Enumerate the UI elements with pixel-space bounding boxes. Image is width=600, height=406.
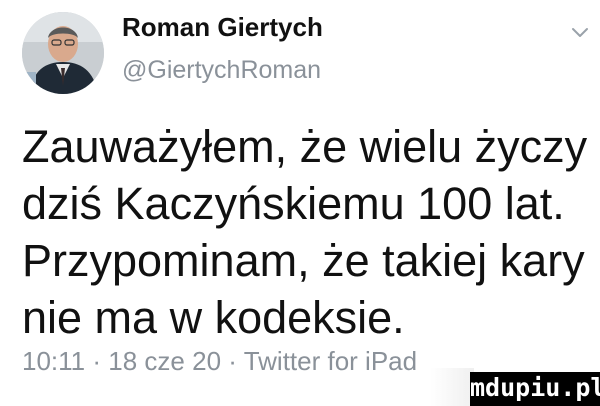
author-handle[interactable]: @GiertychRoman: [122, 56, 323, 84]
tweet-text-line: nie ma w kodeksie.: [22, 292, 405, 343]
watermark-fade: [430, 368, 474, 406]
author-display-name[interactable]: Roman Giertych: [122, 12, 323, 42]
author-names: Roman Giertych @GiertychRoman: [122, 12, 323, 84]
watermark: mdupiu.pl: [470, 372, 600, 406]
tweet-text: Zauważyłem, że wielu życzy dziś Kaczyńsk…: [22, 118, 592, 346]
tweet-card: Roman Giertych @GiertychRoman Zauważyłem…: [0, 0, 600, 406]
chevron-down-icon[interactable]: [570, 26, 590, 40]
tweet-header: Roman Giertych @GiertychRoman: [22, 12, 588, 96]
tweet-time[interactable]: 10:11: [22, 346, 85, 376]
avatar-photo-icon: [22, 12, 104, 94]
tweet-text-line: Przypominam, że takiej kary: [22, 235, 585, 286]
tweet-meta: 10:11 · 18 cze 20 · Twitter for iPad: [22, 346, 417, 376]
tweet-source[interactable]: Twitter for iPad: [244, 346, 417, 376]
tweet-text-line: Zauważyłem, że wielu życzy: [22, 121, 588, 172]
avatar[interactable]: [22, 12, 104, 94]
tweet-date[interactable]: 18 cze 20: [108, 346, 221, 376]
tweet-text-line: dziś Kaczyńskiemu 100 lat.: [22, 178, 565, 229]
meta-separator: ·: [228, 346, 237, 376]
watermark-text: mdupiu.pl: [470, 373, 600, 402]
meta-separator: ·: [92, 346, 102, 376]
